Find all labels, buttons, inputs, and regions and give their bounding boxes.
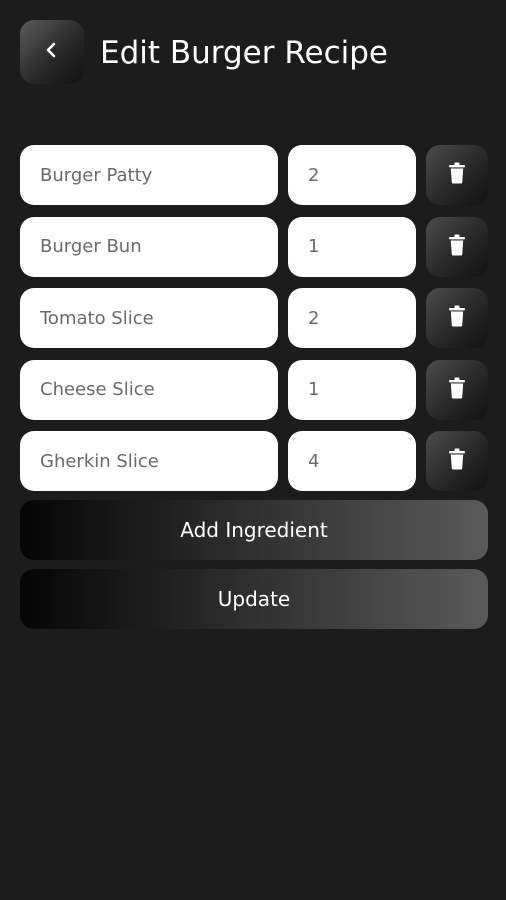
ingredient-name-input[interactable]: Burger Bun [20, 216, 278, 277]
ingredient-row: Burger Patty 2 [20, 145, 488, 205]
chevron-left-icon [43, 41, 61, 63]
ingredient-quantity-input[interactable]: 2 [288, 145, 416, 205]
page-title: Edit Burger Recipe [100, 35, 388, 71]
ingredient-name-input[interactable]: Cheese Slice [20, 359, 278, 420]
update-button[interactable]: Update [20, 569, 488, 629]
ingredient-name-input[interactable]: Tomato Slice [20, 288, 278, 348]
back-button[interactable] [20, 20, 84, 84]
trash-icon [448, 305, 466, 331]
ingredient-quantity-input[interactable]: 4 [288, 431, 416, 491]
ingredient-name-input[interactable]: Gherkin Slice [20, 431, 278, 491]
delete-ingredient-button[interactable] [426, 145, 488, 205]
ingredient-quantity-input[interactable]: 2 [288, 288, 416, 348]
trash-icon [448, 448, 466, 474]
add-ingredient-button[interactable]: Add Ingredient [20, 500, 488, 560]
ingredient-row: Tomato Slice 2 [20, 288, 488, 348]
ingredient-row: Cheese Slice 1 [20, 359, 488, 420]
delete-ingredient-button[interactable] [426, 216, 488, 277]
ingredient-row: Burger Bun 1 [20, 216, 488, 277]
delete-ingredient-button[interactable] [426, 359, 488, 420]
ingredient-quantity-input[interactable]: 1 [288, 359, 416, 420]
ingredient-row: Gherkin Slice 4 [20, 431, 488, 491]
edit-recipe-screen: Edit Burger Recipe Burger Patty 2 Burger… [0, 0, 506, 900]
ingredient-list: Burger Patty 2 Burger Bun 1 Tomato Slice… [20, 145, 488, 503]
trash-icon [448, 162, 466, 188]
trash-icon [448, 234, 466, 260]
delete-ingredient-button[interactable] [426, 288, 488, 348]
ingredient-name-input[interactable]: Burger Patty [20, 145, 278, 205]
trash-icon [448, 377, 466, 403]
delete-ingredient-button[interactable] [426, 431, 488, 491]
ingredient-quantity-input[interactable]: 1 [288, 216, 416, 277]
